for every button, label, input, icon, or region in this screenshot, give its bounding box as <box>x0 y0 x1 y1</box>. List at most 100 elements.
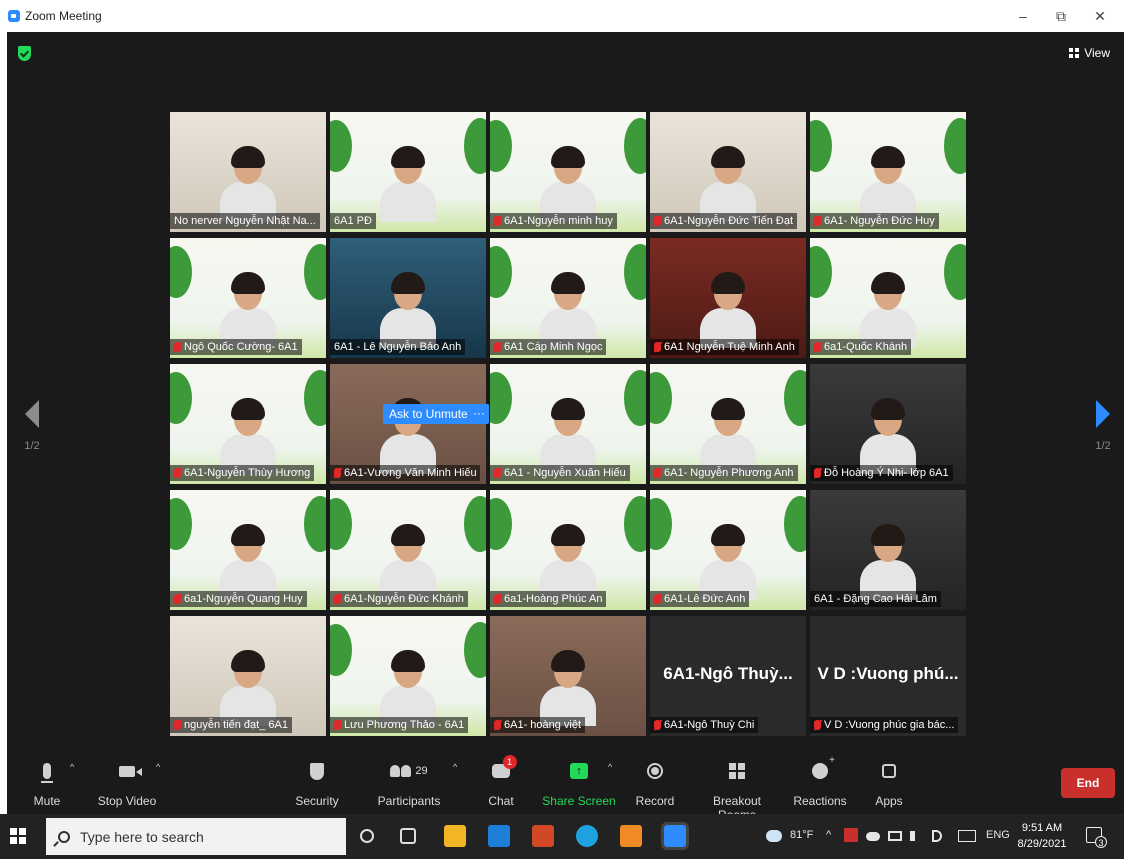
powerpoint-icon[interactable] <box>532 825 554 847</box>
video-tile[interactable]: 6A1- Nguyễn Phương Anh <box>650 364 806 484</box>
task-view-icon[interactable] <box>400 828 416 844</box>
video-tile[interactable]: Ngô Quốc Cường- 6A1 <box>170 238 326 358</box>
windows-start-icon[interactable] <box>10 828 26 844</box>
pen-icon[interactable] <box>932 830 942 842</box>
audio-options-caret[interactable]: ^ <box>70 762 74 772</box>
participant-name: 6A1-Nguyễn Thùy Hương <box>184 467 311 479</box>
edge-browser-icon[interactable] <box>576 825 598 847</box>
video-tile[interactable]: 6A1-Ngô Thuỳ... 6A1-Ngô Thuỳ Chi <box>650 616 806 736</box>
video-tile[interactable]: nguyễn tiến đạt_ 6A1 <box>170 616 326 736</box>
next-page-nav[interactable]: 1/2 <box>1088 400 1118 452</box>
video-tile[interactable]: 6A1-Nguyễn Thùy Hương <box>170 364 326 484</box>
taskbar-search[interactable] <box>46 818 346 855</box>
chat-button[interactable]: 1 Chat <box>481 755 521 808</box>
security-button[interactable]: Security <box>292 758 342 808</box>
title-bar: Zoom Meeting – ⧉ ✕ <box>0 0 1124 32</box>
mic-muted-icon <box>654 342 661 352</box>
participant-silhouette <box>540 524 596 600</box>
participant-name-label: Đỗ Hoàng Ý Nhi- lớp 6A1 <box>810 465 953 481</box>
grid-icon <box>1069 48 1080 58</box>
video-tile[interactable]: 6a1-Hoàng Phúc An <box>490 490 646 610</box>
participant-name: 6A1 PĐ <box>334 215 372 227</box>
stop-video-label: Stop Video <box>97 794 157 808</box>
participant-name: 6A1- Nguyễn Đức Huy <box>824 215 935 227</box>
notification-center-icon[interactable]: 3 <box>1086 827 1107 848</box>
more-options-button[interactable]: ··· <box>469 404 489 424</box>
ask-to-unmute-button[interactable]: Ask to Unmute <box>383 404 474 424</box>
zoom-taskbar-icon[interactable] <box>664 825 686 847</box>
video-tile[interactable]: 6A1 - Nguyễn Xuân Hiếu <box>490 364 646 484</box>
smiley-icon <box>812 755 835 779</box>
end-meeting-button[interactable]: End <box>1061 768 1115 798</box>
video-tile[interactable]: Đỗ Hoàng Ý Nhi- lớp 6A1 <box>810 364 966 484</box>
video-tile[interactable]: 6A1-Nguyễn Đức Khánh <box>330 490 486 610</box>
participant-silhouette <box>380 650 436 726</box>
video-tile[interactable]: 6A1-Lê Đức Anh <box>650 490 806 610</box>
weather-temperature[interactable]: 81°F <box>790 829 813 841</box>
share-screen-button[interactable]: ↑ Share Screen <box>540 758 618 808</box>
video-tile[interactable]: 6a1-Nguyễn Quang Huy <box>170 490 326 610</box>
share-options-caret[interactable]: ^ <box>608 762 612 772</box>
video-tile[interactable]: 6A1-Nguyễn minh huy <box>490 112 646 232</box>
cortana-icon[interactable] <box>360 829 374 843</box>
encryption-shield-icon[interactable] <box>18 46 31 61</box>
pinned-app-icon[interactable] <box>620 825 642 847</box>
reactions-button[interactable]: Reactions <box>792 755 848 808</box>
search-icon <box>58 830 70 843</box>
mic-muted-icon <box>174 468 181 478</box>
video-tile[interactable]: 6A1- hoàng việt <box>490 616 646 736</box>
mail-icon[interactable] <box>488 825 510 847</box>
previous-page-nav[interactable]: 1/2 <box>17 400 47 452</box>
touch-keyboard-icon[interactable] <box>958 830 976 842</box>
breakout-rooms-button[interactable]: Breakout Rooms <box>695 758 779 822</box>
video-tile[interactable]: V D :Vuong phú... V D :Vuong phúc gia bác… <box>810 616 966 736</box>
search-input[interactable] <box>80 828 320 845</box>
video-tile[interactable]: 6A1-Nguyễn Đức Tiến Đạt <box>650 112 806 232</box>
clock-time: 9:51 AM <box>1021 822 1063 834</box>
security-label: Security <box>295 794 339 808</box>
mute-button[interactable]: Mute <box>27 758 67 808</box>
speaker-icon[interactable] <box>910 831 920 841</box>
video-tile[interactable]: No nerver Nguyễn Nhật Na... <box>170 112 326 232</box>
stop-video-button[interactable]: Stop Video <box>95 758 159 808</box>
video-options-caret[interactable]: ^ <box>156 762 160 772</box>
onedrive-icon[interactable] <box>866 832 880 841</box>
input-language[interactable]: ENG <box>986 829 1010 841</box>
apps-button[interactable]: Apps <box>871 758 907 808</box>
video-tile[interactable]: 6A1 Cáp Minh Ngọc <box>490 238 646 358</box>
tray-overflow-chevron[interactable]: ^ <box>826 829 831 841</box>
participants-button[interactable]: 29 Participants <box>373 758 445 808</box>
apps-label: Apps <box>875 794 903 808</box>
participant-silhouette <box>860 272 916 348</box>
mic-muted-icon <box>814 342 821 352</box>
antivirus-tray-icon[interactable] <box>844 828 858 842</box>
video-tile[interactable]: 6A1 - Đặng Cao Hải Lâm <box>810 490 966 610</box>
participant-name: 6a1-Hoàng Phúc An <box>504 593 603 605</box>
participant-silhouette <box>700 272 756 348</box>
participant-name: nguyễn tiến đạt_ 6A1 <box>184 719 288 731</box>
file-explorer-icon[interactable] <box>444 825 466 847</box>
participant-silhouette <box>700 146 756 222</box>
minimize-button[interactable]: – <box>1008 8 1038 24</box>
record-button[interactable]: Record <box>633 758 677 808</box>
video-tile[interactable]: 6A1- Nguyễn Đức Huy <box>810 112 966 232</box>
video-tile[interactable]: Lưu Phương Thảo - 6A1 <box>330 616 486 736</box>
meeting-controls: Mute ^ Stop Video ^ Security 29 Particip… <box>7 752 1124 822</box>
video-tile[interactable]: 6A1 Nguyễn Tuệ Minh Anh <box>650 238 806 358</box>
participant-name: 6A1 - Đặng Cao Hải Lâm <box>814 593 937 605</box>
taskbar-clock[interactable]: 9:51 AM 8/29/2021 <box>1014 820 1070 852</box>
video-tile[interactable]: 6a1-Quốc Khánh <box>810 238 966 358</box>
restore-button[interactable]: ⧉ <box>1046 8 1076 25</box>
participant-silhouette <box>540 398 596 474</box>
apps-icon <box>882 764 896 778</box>
close-button[interactable]: ✕ <box>1085 8 1115 25</box>
video-tile[interactable]: 6A1 - Lê Nguyễn Bảo Anh <box>330 238 486 358</box>
video-tile[interactable]: 6A1 PĐ <box>330 112 486 232</box>
mic-muted-icon <box>494 342 501 352</box>
network-icon[interactable] <box>888 831 902 841</box>
video-tile[interactable]: 6A1-Vương Văn Minh Hiếu <box>330 364 486 484</box>
participants-label: Participants <box>377 794 441 808</box>
participant-name-label: 6A1 - Nguyễn Xuân Hiếu <box>490 465 630 481</box>
participants-options-caret[interactable]: ^ <box>453 762 457 772</box>
view-button[interactable]: View <box>1069 46 1110 60</box>
